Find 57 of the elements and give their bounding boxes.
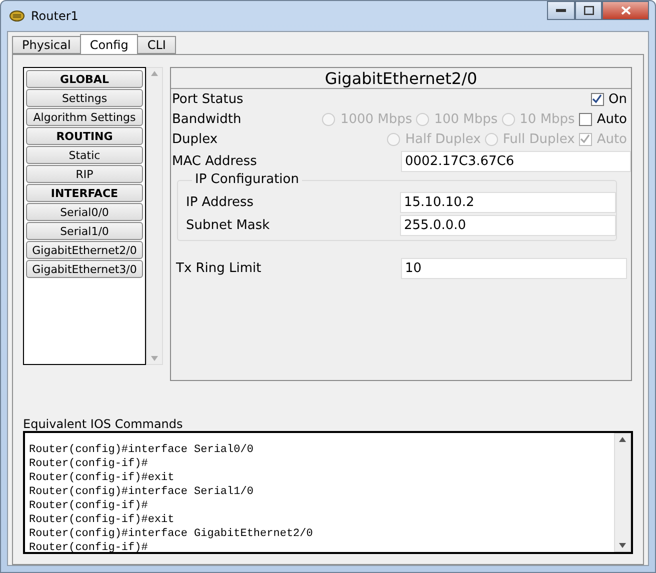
input-field[interactable]: 255.0.0.0: [400, 214, 616, 236]
tab[interactable]: CLI: [137, 36, 176, 54]
console-line: Router(config-if)#exit: [29, 513, 176, 527]
input-field[interactable]: 0002.17C3.67C6: [401, 150, 631, 172]
console-line: Router(config-if)#exit: [29, 471, 176, 485]
sidebar-item[interactable]: Serial1/0: [26, 222, 143, 240]
radio-icon: [502, 112, 515, 126]
console-line: Router(config-if)#: [29, 457, 149, 471]
close-button[interactable]: [602, 1, 649, 20]
console-line: Router(config)#interface Serial0/0: [29, 443, 254, 457]
scrollbar[interactable]: [614, 433, 631, 552]
scroll-up-icon[interactable]: [619, 437, 626, 442]
field-label: Bandwidth: [172, 112, 242, 126]
group-title: IP Configuration: [192, 172, 302, 187]
checkbox-option[interactable]: On: [590, 92, 627, 106]
section-header-button[interactable]: ROUTING: [26, 127, 143, 145]
field-label: Port Status: [172, 92, 244, 106]
console-line: Router(config-if)#: [29, 499, 149, 513]
sidebar-item[interactable]: Settings: [26, 89, 143, 107]
console-line: Router(config)#interface GigabitEthernet2/0: [29, 527, 314, 541]
section-header-button[interactable]: INTERFACE: [26, 184, 143, 202]
minimize-icon: [556, 9, 566, 12]
checkbox-icon: [578, 112, 592, 126]
sidebar-item[interactable]: GigabitEthernet2/0: [26, 241, 143, 259]
router-icon: [9, 9, 25, 23]
scroll-down-icon[interactable]: [619, 543, 626, 548]
radio-icon: [387, 132, 400, 146]
checkbox-icon: [590, 92, 604, 106]
tab[interactable]: Physical: [12, 36, 81, 54]
checkbox-icon: [578, 132, 592, 146]
console-line: Router(config-if)#: [29, 541, 149, 552]
radio-icon: [416, 112, 430, 126]
field-label: Duplex: [172, 132, 219, 146]
tab[interactable]: Config: [80, 34, 138, 54]
field-label: Subnet Mask: [186, 218, 271, 232]
field-label: MAC Address: [172, 154, 258, 168]
input-field[interactable]: 10: [401, 258, 627, 278]
radio-icon: [484, 132, 498, 146]
console-label: Equivalent IOS Commands: [23, 417, 184, 431]
sidebar-item[interactable]: Static: [26, 146, 143, 164]
minimize-button[interactable]: [547, 1, 575, 20]
input-field[interactable]: 15.10.10.2: [400, 192, 616, 212]
field-label: Tx Ring Limit: [176, 260, 262, 276]
close-icon: [620, 6, 630, 15]
field-label: IP Address: [186, 194, 255, 210]
radio-icon: [322, 112, 336, 126]
console-line: Router(config)#interface Serial1/0: [29, 485, 254, 499]
sidebar-item[interactable]: Serial0/0: [26, 203, 143, 221]
sidebar-item[interactable]: RIP: [26, 165, 143, 183]
maximize-button[interactable]: [575, 1, 602, 20]
window-title: Router1: [31, 9, 80, 23]
panel-title: GigabitEthernet2/0: [171, 68, 631, 89]
checkbox-option[interactable]: Auto: [578, 112, 627, 126]
sidebar-item[interactable]: GigabitEthernet3/0: [26, 260, 143, 278]
maximize-icon: [584, 6, 594, 15]
sidebar-item[interactable]: Algorithm Settings: [26, 108, 143, 126]
section-header-button[interactable]: GLOBAL: [26, 70, 143, 88]
